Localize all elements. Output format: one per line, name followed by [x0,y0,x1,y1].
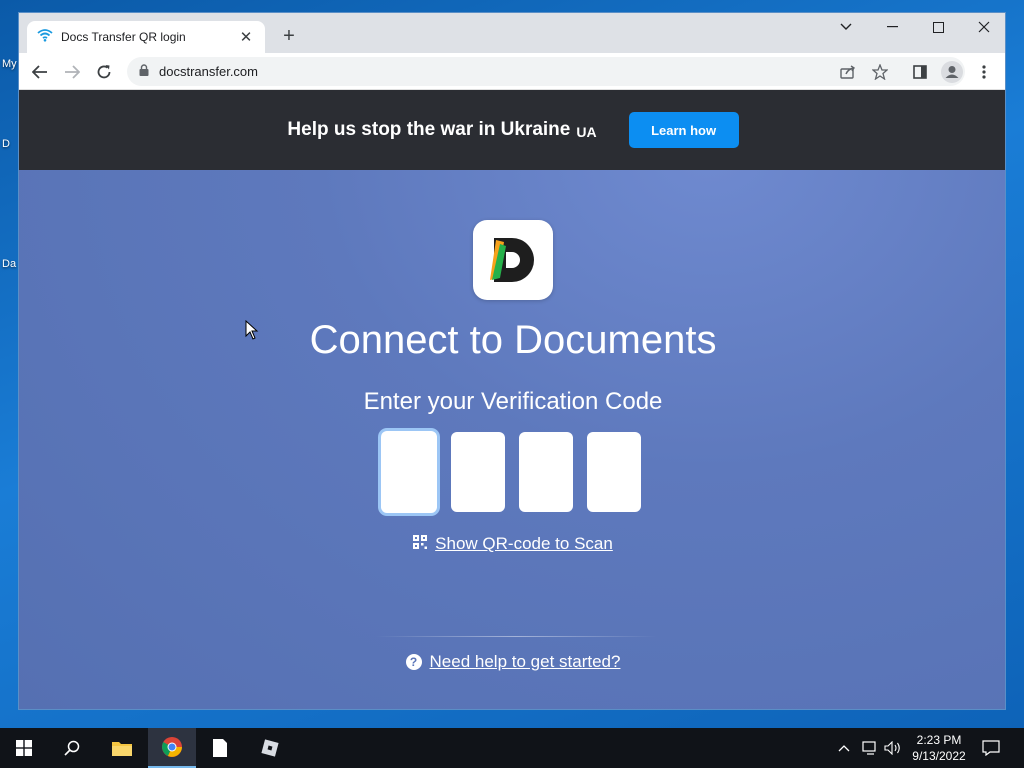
tab-strip: Docs Transfer QR login ✕ + [19,13,1005,53]
mouse-cursor-icon [245,319,259,345]
documents-app-logo-icon [473,220,553,300]
roblox-icon[interactable] [246,728,294,768]
verification-code-inputs [381,431,655,513]
bookmark-star-icon[interactable] [867,59,893,85]
ukraine-banner: Help us stop the war in Ukraine UA Learn… [19,90,1005,170]
notifications-icon[interactable] [982,728,1000,768]
url-text: docstransfer.com [159,64,258,79]
desktop-icon-label[interactable]: Da [2,258,16,270]
desktop-icon-label[interactable]: My [2,58,17,70]
learn-how-button[interactable]: Learn how [628,112,739,148]
reload-icon[interactable] [91,59,117,85]
verification-prompt: Enter your Verification Code [363,388,663,415]
show-qr-link[interactable]: Show QR-code to Scan [19,534,1005,554]
volume-icon[interactable] [884,728,902,768]
banner-text: Help us stop the war in Ukraine [287,119,571,140]
need-help-label[interactable]: Need help to get started? [430,652,621,672]
banner-ua-badge: UA [576,123,597,140]
chrome-icon[interactable] [148,728,196,768]
profile-avatar-icon[interactable] [939,59,965,85]
show-hidden-icons-chevron-icon[interactable] [838,728,850,768]
code-digit-2-input[interactable] [451,432,505,512]
minimize-icon[interactable] [869,13,915,41]
taskbar: 2:23 PM 9/13/2022 [0,728,1024,768]
document-icon[interactable] [196,728,244,768]
desktop-icon-label[interactable]: D [2,138,10,150]
help-question-icon: ? [405,654,422,670]
side-panel-icon[interactable] [907,59,933,85]
tab-docs-transfer[interactable]: Docs Transfer QR login ✕ [27,21,265,53]
lock-icon[interactable] [139,63,149,81]
page-content: Help us stop the war in Ukraine UA Learn… [19,90,1005,709]
maximize-icon[interactable] [915,13,961,41]
page-title: Connect to Documents [309,318,717,362]
system-clock[interactable]: 2:23 PM 9/13/2022 [906,732,972,764]
qr-code-icon [413,534,428,554]
show-qr-label[interactable]: Show QR-code to Scan [435,534,613,554]
divider [375,636,657,637]
code-digit-1-input[interactable] [381,431,437,513]
new-tab-button[interactable]: + [277,25,301,47]
tab-search-icon[interactable] [823,13,869,41]
wifi-icon [37,28,53,47]
close-window-icon[interactable] [961,13,1005,41]
windows-start-icon[interactable] [0,728,48,768]
search-icon[interactable] [48,728,96,768]
network-icon[interactable] [862,728,880,768]
need-help-link[interactable]: ? Need help to get started? [19,652,1005,672]
tab-title: Docs Transfer QR login [61,30,186,44]
code-digit-4-input[interactable] [587,432,641,512]
clock-time: 2:23 PM [916,733,962,747]
code-digit-3-input[interactable] [519,432,573,512]
browser-window: Docs Transfer QR login ✕ + docstransfer.… [18,12,1006,710]
back-arrow-icon[interactable] [27,59,53,85]
close-tab-icon[interactable]: ✕ [237,28,255,46]
menu-kebab-icon[interactable] [971,59,997,85]
clock-date: 9/13/2022 [912,749,966,763]
browser-toolbar: docstransfer.com [19,53,1005,90]
forward-arrow-icon[interactable] [59,59,85,85]
file-explorer-icon[interactable] [98,728,146,768]
share-icon[interactable] [835,59,861,85]
